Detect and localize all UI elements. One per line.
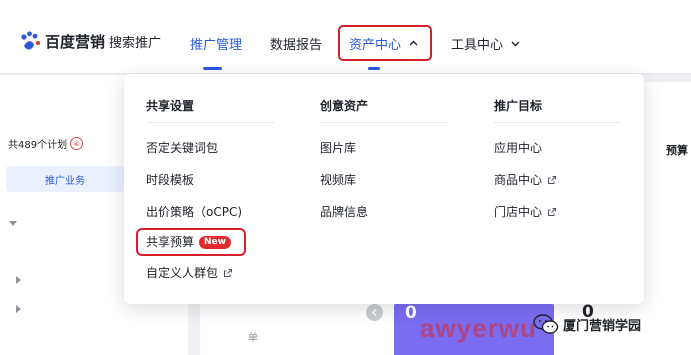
menu-item-time-template[interactable]: 时段模板 — [146, 173, 194, 187]
menu-item-label: 品牌信息 — [320, 205, 369, 219]
plan-count: 共489个计划 ④ — [8, 136, 84, 151]
chevron-left-icon — [371, 308, 377, 317]
top-nav-bar: 百度营销 搜索推广 推广管理 数据报告 资产中心 工具中心 — [0, 0, 691, 74]
menu-item-brand-info[interactable]: 品牌信息 — [320, 205, 368, 219]
menu-item-app-center[interactable]: 应用中心 — [494, 141, 542, 155]
tab-promotion-business[interactable]: 推广业务 — [6, 166, 124, 192]
column-divider — [146, 122, 274, 123]
column-title-shared-settings: 共享设置 — [146, 99, 195, 113]
shared-budget-highlight-box — [136, 228, 246, 256]
collapse-caret-icon[interactable] — [9, 221, 17, 226]
plan-count-text: 共489个计划 — [8, 140, 68, 151]
expand-caret-icon[interactable] — [16, 276, 21, 284]
menu-item-label: 时段模板 — [146, 173, 195, 187]
menu-item-label: 视频库 — [320, 173, 357, 187]
external-link-icon — [548, 176, 557, 184]
external-link-icon — [224, 269, 233, 277]
menu-item-label: 自定义人群包 — [146, 266, 219, 280]
column-title-promotion-goals: 推广目标 — [494, 99, 543, 113]
open-nav-underline — [368, 67, 380, 70]
chevron-down-icon — [511, 41, 520, 47]
product-name: 搜索推广 — [109, 35, 162, 51]
menu-item-custom-audience[interactable]: 自定义人群包 — [146, 266, 233, 280]
wechat-icon — [533, 314, 559, 334]
paw-logo-icon — [21, 31, 40, 50]
menu-item-label: 图片库 — [320, 141, 357, 155]
baidu-marketing-logo[interactable]: 百度营销 搜索推广 — [20, 31, 161, 51]
wechat-account-name: 厦门营销学园 — [563, 318, 642, 334]
menu-item-label: 应用中心 — [494, 141, 543, 155]
tab-label: 推广业务 — [45, 175, 85, 187]
asset-center-highlight-box — [338, 25, 432, 61]
wechat-account-tag: 厦门营销学园 — [533, 313, 641, 335]
watermark-text: awyerwu — [420, 313, 537, 343]
menu-item-product-center[interactable]: 商品中心 — [494, 173, 557, 187]
nav-label: 工具中心 — [451, 38, 504, 53]
column-divider — [320, 122, 448, 123]
nav-tool-center[interactable]: 工具中心 — [451, 34, 521, 53]
prev-arrow-button[interactable] — [366, 304, 383, 321]
partial-label: 单 — [248, 333, 258, 344]
menu-item-store-center[interactable]: 门店中心 — [494, 205, 557, 219]
menu-item-label: 门店中心 — [494, 205, 543, 219]
menu-item-negative-keyword-pack[interactable]: 否定关键词包 — [146, 141, 218, 155]
nav-label: 数据报告 — [270, 38, 323, 53]
column-title-creative-assets: 创意资产 — [320, 99, 369, 113]
nav-label: 推广管理 — [190, 38, 243, 53]
column-divider — [494, 122, 622, 123]
metric-card-value: 0 — [405, 303, 417, 323]
external-link-icon — [548, 208, 557, 216]
menu-item-bid-strategy[interactable]: 出价策略（oCPC) — [146, 205, 242, 219]
budget-column-header: 预算 — [666, 144, 688, 157]
menu-item-label: 商品中心 — [494, 173, 543, 187]
nav-promotion-management[interactable]: 推广管理 — [190, 34, 242, 53]
brand-name: 百度营销 — [45, 32, 106, 51]
menu-item-image-library[interactable]: 图片库 — [320, 141, 356, 155]
active-nav-underline — [203, 67, 222, 70]
expand-caret-icon[interactable] — [16, 305, 21, 313]
menu-item-label: 出价策略（oCPC) — [146, 205, 243, 219]
nav-data-report[interactable]: 数据报告 — [270, 34, 322, 53]
plan-count-badge: ④ — [70, 137, 84, 150]
menu-item-label: 否定关键词包 — [146, 141, 219, 155]
menu-item-video-library[interactable]: 视频库 — [320, 173, 356, 187]
